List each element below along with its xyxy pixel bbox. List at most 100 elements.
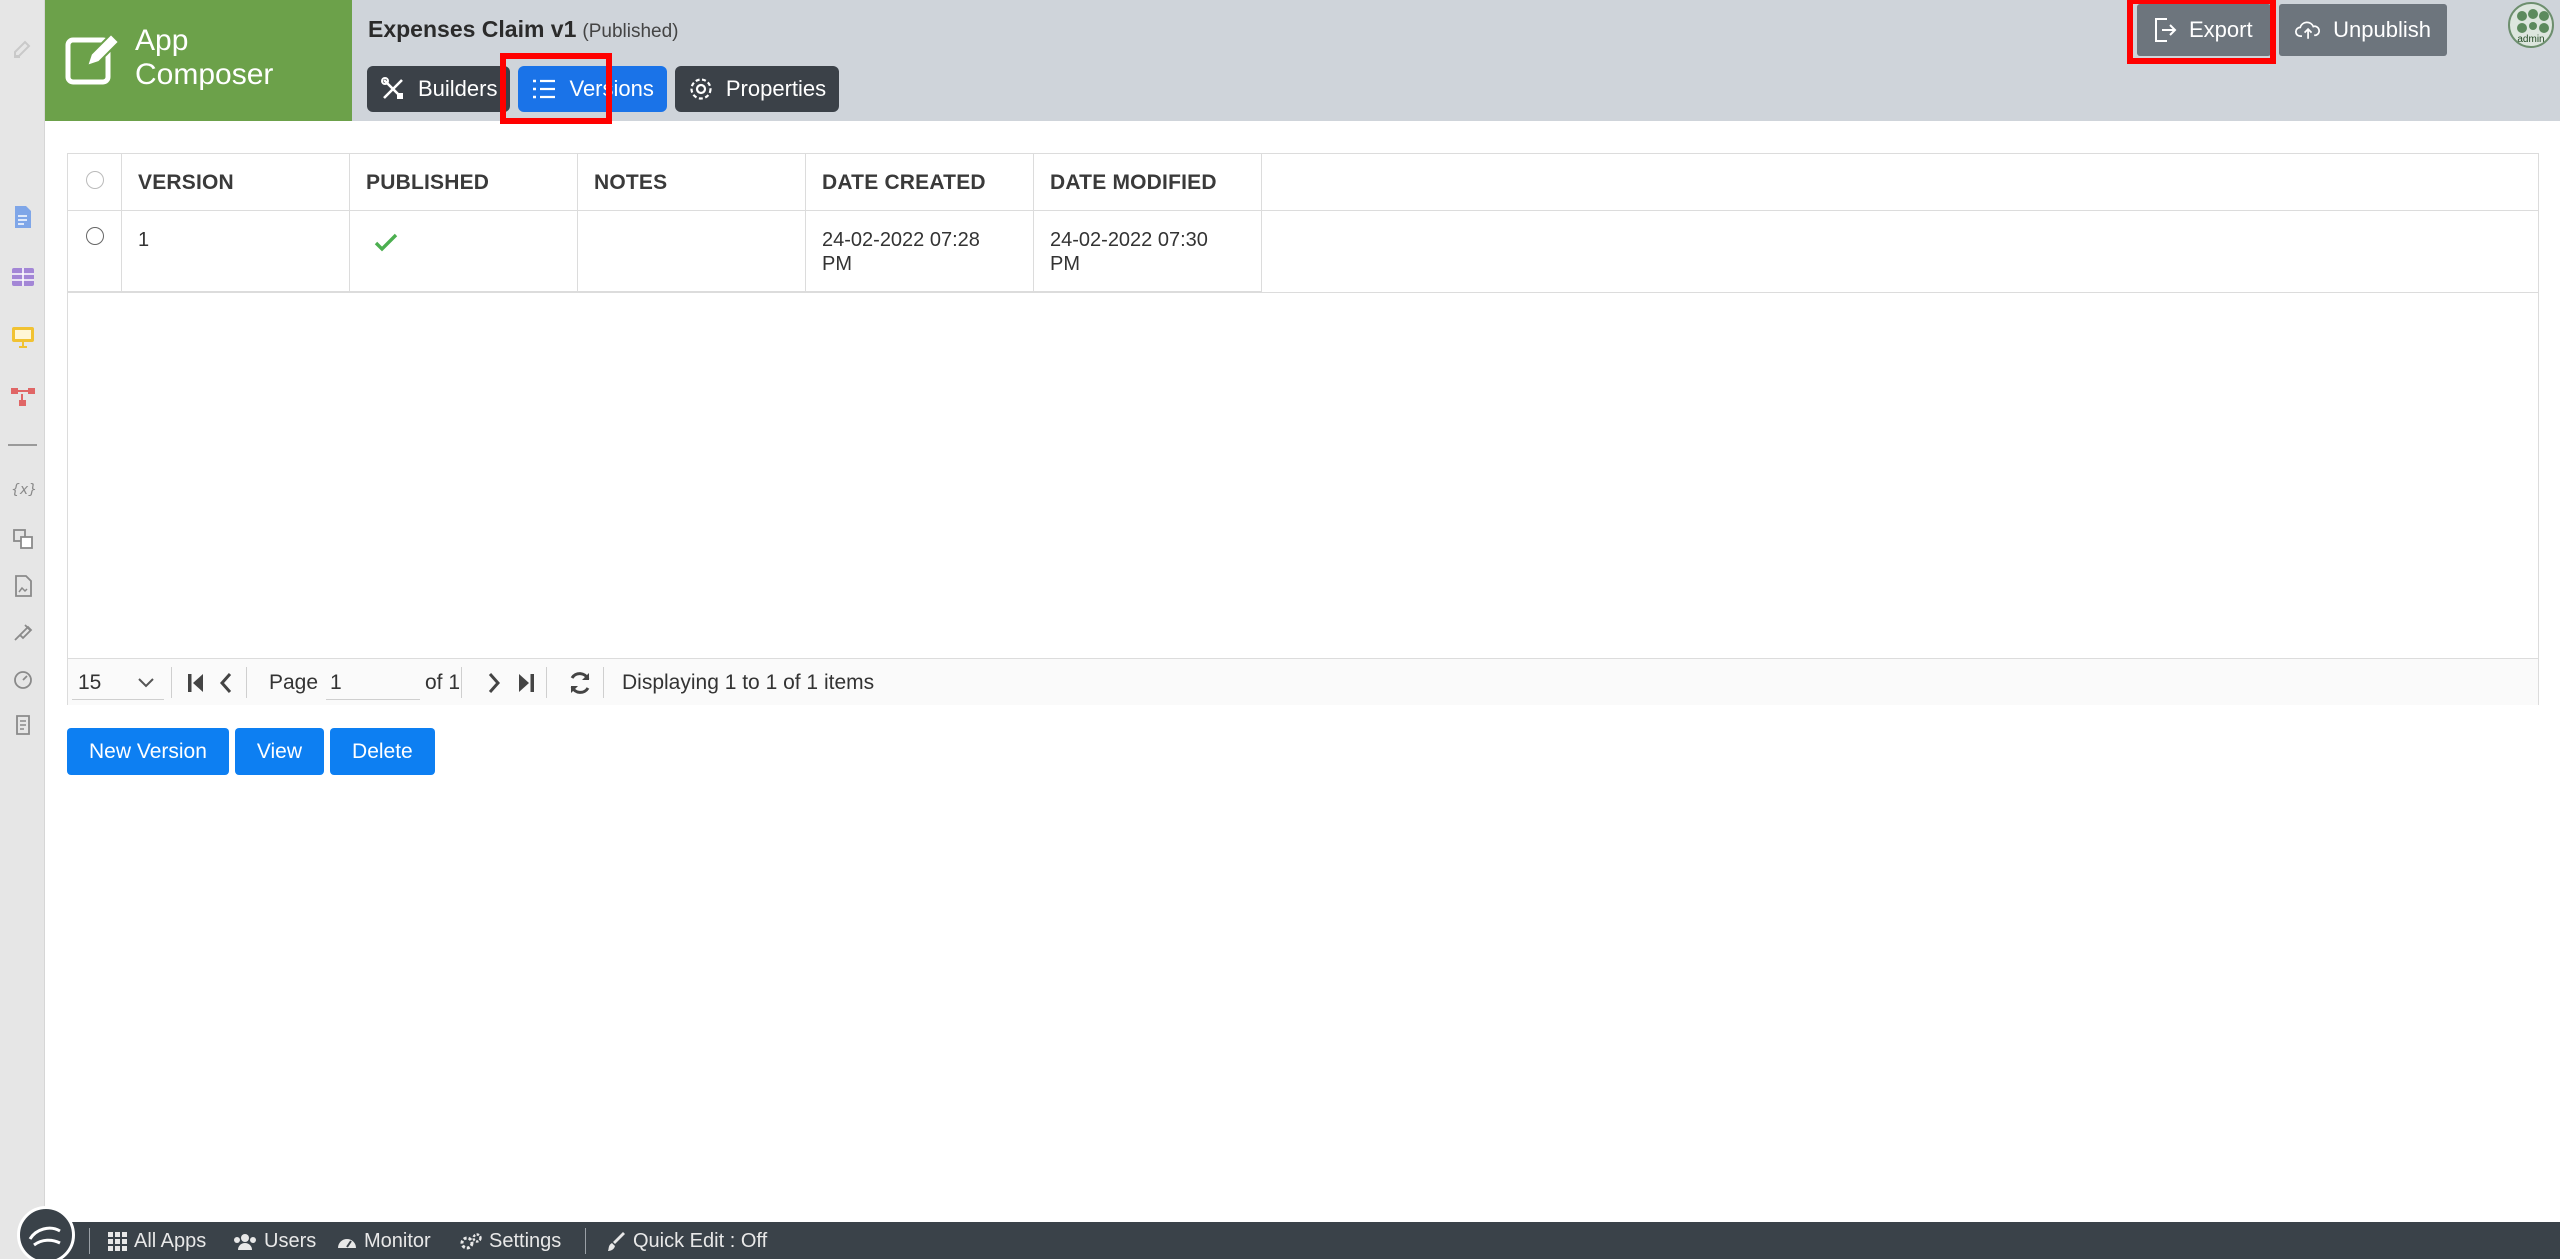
footer-all-apps[interactable]: All Apps bbox=[108, 1230, 206, 1253]
app-title: Expenses Claim v1 (Published) bbox=[368, 16, 679, 43]
app-header: App Composer Expenses Claim v1 (Published… bbox=[45, 0, 2560, 124]
app-status: (Published) bbox=[582, 21, 679, 42]
cell-date-created-value: 24-02-2022 07:28 PM bbox=[822, 229, 980, 275]
action-bar: New Version View Delete bbox=[67, 728, 441, 775]
cell-date-modified: 24-02-2022 07:30 PM bbox=[1034, 211, 1262, 291]
page-size-select[interactable]: 15 bbox=[72, 666, 164, 700]
footer-monitor[interactable]: Monitor bbox=[336, 1230, 431, 1253]
form-builder-icon[interactable] bbox=[9, 203, 36, 230]
first-page-icon bbox=[188, 673, 203, 692]
tools-icon bbox=[381, 77, 403, 99]
app-name: Expenses Claim v1 bbox=[368, 16, 577, 42]
cell-version: 1 bbox=[122, 211, 350, 291]
edit-square-icon bbox=[65, 30, 121, 86]
left-sidebar: {x} bbox=[0, 0, 45, 1259]
joget-logo-icon[interactable] bbox=[17, 1206, 75, 1259]
edit-icon[interactable] bbox=[9, 34, 36, 61]
footer-divider bbox=[585, 1228, 586, 1254]
footer-all-apps-label: All Apps bbox=[134, 1230, 207, 1252]
column-published-label: PUBLISHED bbox=[366, 171, 490, 194]
pager-divider bbox=[246, 667, 247, 698]
footer-quick-edit-label: Quick Edit : Off bbox=[633, 1230, 768, 1252]
column-version[interactable]: VERSION bbox=[122, 154, 350, 210]
versions-highlight-box bbox=[500, 53, 612, 124]
gear-icon bbox=[690, 78, 712, 100]
variables-icon[interactable]: {x} bbox=[9, 475, 36, 502]
brush-icon bbox=[608, 1231, 625, 1251]
column-date-created-label: DATE CREATED bbox=[822, 171, 986, 194]
pager-divider bbox=[603, 667, 604, 698]
column-date-created[interactable]: DATE CREATED bbox=[806, 154, 1034, 210]
process-builder-icon[interactable] bbox=[9, 383, 36, 410]
footer-users-label: Users bbox=[264, 1230, 317, 1252]
userview-builder-icon[interactable] bbox=[9, 323, 36, 350]
column-date-modified[interactable]: DATE MODIFIED bbox=[1034, 154, 1262, 210]
tab-builders[interactable]: Builders bbox=[367, 66, 511, 112]
cogs-icon bbox=[460, 1232, 482, 1249]
cell-date-created: 24-02-2022 07:28 PM bbox=[806, 211, 1034, 291]
cloud-upload-icon bbox=[2295, 21, 2321, 39]
footer-settings[interactable]: Settings bbox=[459, 1230, 561, 1253]
pager-divider bbox=[546, 667, 547, 698]
refresh-button[interactable] bbox=[567, 659, 593, 706]
page-of-label: of 1 bbox=[425, 670, 461, 694]
tab-properties-label: Properties bbox=[725, 76, 827, 101]
check-icon bbox=[374, 233, 398, 252]
brand-line-2: Composer bbox=[135, 58, 274, 91]
pager-divider bbox=[461, 667, 462, 698]
next-page-button[interactable] bbox=[486, 659, 502, 706]
cell-notes bbox=[578, 211, 806, 291]
dashboard-icon bbox=[338, 1238, 356, 1248]
column-version-label: VERSION bbox=[138, 171, 234, 194]
logs-icon[interactable] bbox=[9, 711, 36, 738]
sidebar-divider bbox=[8, 444, 37, 446]
avatar[interactable]: admin bbox=[2508, 2, 2554, 48]
datalist-builder-icon[interactable] bbox=[9, 263, 36, 290]
chevron-left-icon bbox=[219, 672, 232, 693]
display-info: Displaying 1 to 1 of 1 items bbox=[622, 670, 875, 694]
delete-button[interactable]: Delete bbox=[330, 728, 435, 775]
footer-users[interactable]: Users bbox=[232, 1230, 316, 1253]
resources-icon[interactable] bbox=[9, 572, 36, 599]
page-number-input[interactable] bbox=[326, 666, 420, 700]
brand-title: App Composer bbox=[135, 24, 273, 92]
select-all-radio[interactable] bbox=[86, 171, 104, 189]
grid-header: VERSION PUBLISHED NOTES DATE CREATED DAT… bbox=[68, 154, 2538, 211]
message-translate-icon[interactable] bbox=[9, 525, 36, 552]
unpublish-button[interactable]: Unpublish bbox=[2279, 4, 2447, 56]
unpublish-label: Unpublish bbox=[2333, 17, 2431, 42]
footer-bar: All Apps Users Monitor Settings Quick Ed… bbox=[17, 1206, 2560, 1259]
users-icon bbox=[234, 1233, 256, 1250]
pagination-bar: 15 Page of 1 Displaying 1 to 1 of 1 item… bbox=[68, 658, 2538, 705]
cell-date-modified-value: 24-02-2022 07:30 PM bbox=[1050, 229, 1208, 275]
tab-properties[interactable]: Properties bbox=[674, 66, 840, 112]
export-highlight-box bbox=[2127, 0, 2276, 64]
footer-quick-edit[interactable]: Quick Edit : Off bbox=[607, 1230, 767, 1253]
cell-published bbox=[350, 211, 578, 291]
avatar-label: admin bbox=[2517, 34, 2545, 45]
page-size-value: 15 bbox=[78, 670, 102, 694]
brand-panel[interactable]: App Composer bbox=[45, 0, 352, 121]
footer-monitor-label: Monitor bbox=[364, 1230, 431, 1252]
footer-settings-label: Settings bbox=[489, 1230, 562, 1252]
header-select-cell bbox=[68, 154, 122, 210]
row-select-radio[interactable] bbox=[86, 227, 104, 245]
cell-version-value: 1 bbox=[138, 229, 150, 251]
view-button[interactable]: View bbox=[234, 728, 325, 775]
previous-page-button[interactable] bbox=[218, 659, 234, 706]
chevron-down-icon bbox=[138, 678, 154, 688]
column-published[interactable]: PUBLISHED bbox=[350, 154, 578, 210]
column-notes[interactable]: NOTES bbox=[578, 154, 806, 210]
last-page-icon bbox=[519, 673, 534, 692]
versions-grid: VERSION PUBLISHED NOTES DATE CREATED DAT… bbox=[67, 153, 2539, 705]
performance-icon[interactable] bbox=[9, 665, 36, 692]
column-date-modified-label: DATE MODIFIED bbox=[1050, 171, 1217, 194]
footer-divider bbox=[89, 1228, 90, 1254]
last-page-button[interactable] bbox=[516, 659, 536, 706]
plugin-icon[interactable] bbox=[9, 618, 36, 645]
new-version-button[interactable]: New Version bbox=[67, 728, 229, 775]
pager-divider bbox=[171, 667, 172, 698]
first-page-button[interactable] bbox=[186, 659, 206, 706]
table-row[interactable]: 1 24-02-2022 07:28 PM 24-02-2022 07:30 P… bbox=[68, 211, 1262, 292]
svg-text:{x}: {x} bbox=[11, 482, 36, 498]
